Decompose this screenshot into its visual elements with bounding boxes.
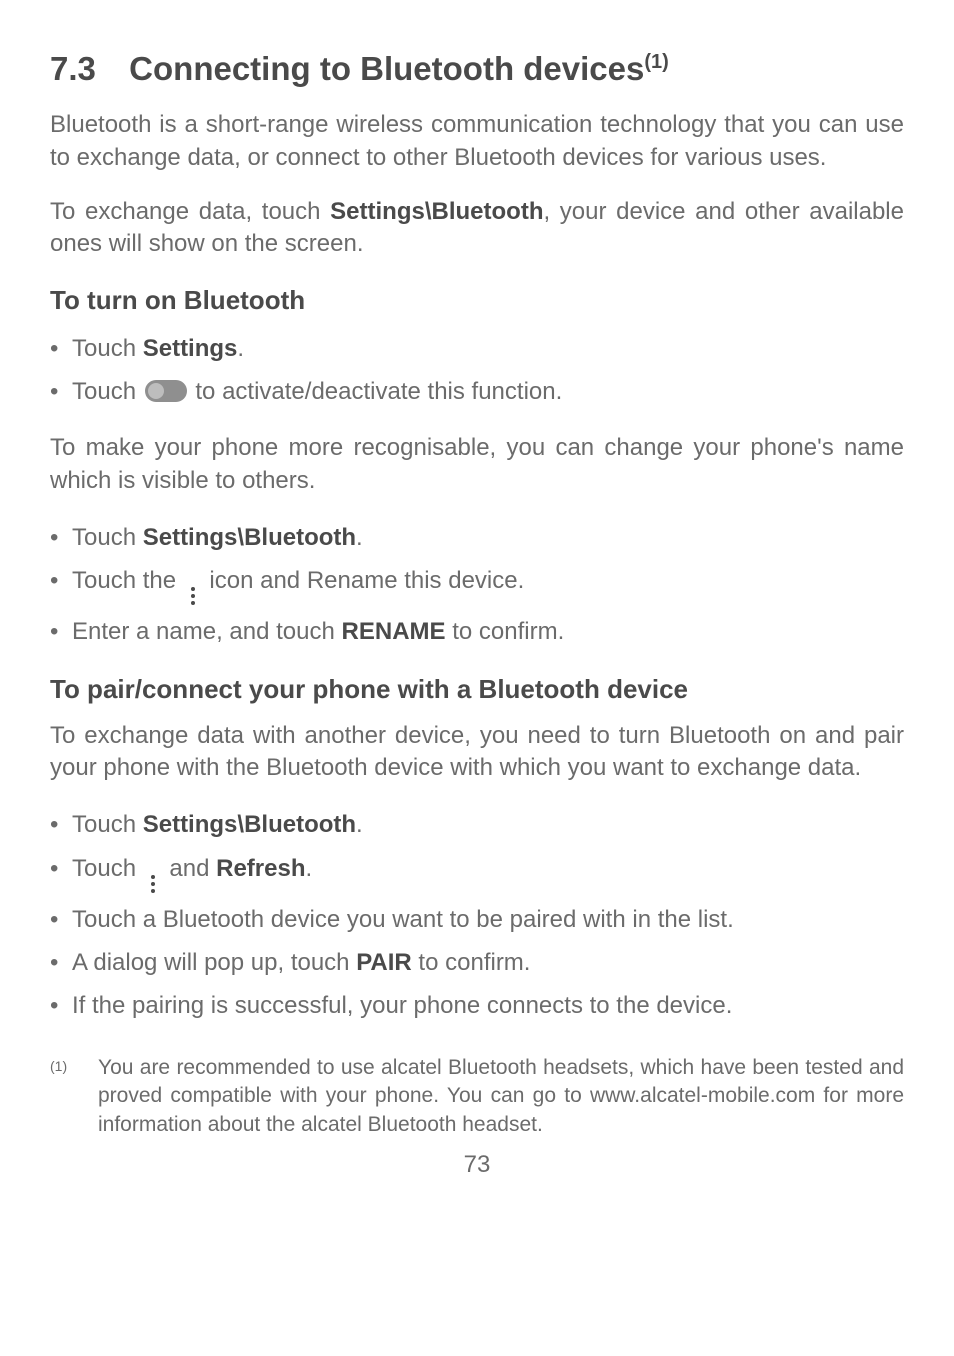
footnote: (1) You are recommended to use alcatel B… (50, 1054, 904, 1139)
list-item: A dialog will pop up, touch PAIR to conf… (50, 944, 904, 981)
li-text: Touch (72, 378, 143, 405)
li-text: Touch (72, 855, 143, 882)
li-text: . (237, 335, 244, 362)
li-text: icon and Rename this device. (203, 567, 525, 594)
list-item: Touch the icon and Rename this device. (50, 562, 904, 607)
li-text: Enter a name, and touch (72, 618, 342, 645)
li-text: to confirm. (446, 618, 565, 645)
li-text: to activate/deactivate this function. (189, 378, 563, 405)
list-item: Touch Settings\Bluetooth. (50, 806, 904, 843)
li-bold: PAIR (356, 949, 412, 976)
li-text: and (163, 855, 216, 882)
section-title-sup: (1) (644, 51, 668, 73)
list-item: Touch Settings. (50, 330, 904, 367)
list-item: Touch and Refresh. (50, 850, 904, 895)
page-number: 73 (50, 1149, 904, 1181)
list-item: Touch a Bluetooth device you want to be … (50, 901, 904, 938)
li-bold: Settings\Bluetooth (143, 811, 356, 838)
intro2-part-a: To exchange data, touch (50, 198, 330, 225)
more-vertical-icon (185, 585, 201, 607)
footnote-text: You are recommended to use alcatel Bluet… (98, 1054, 904, 1139)
list-turn-on: Touch Settings. Touch to activate/deacti… (50, 330, 904, 410)
pair-paragraph: To exchange data with another device, yo… (50, 720, 904, 785)
section-number: 7.3 (50, 48, 120, 89)
intro-paragraph-2: To exchange data, touch Settings\Bluetoo… (50, 196, 904, 261)
subhead-turn-on-bluetooth: To turn on Bluetooth (50, 283, 904, 318)
subhead-pair-connect: To pair/connect your phone with a Blueto… (50, 672, 904, 707)
li-text: to confirm. (412, 949, 531, 976)
list-rename: Touch Settings\Bluetooth. Touch the icon… (50, 519, 904, 650)
intro2-bold: Settings\Bluetooth (330, 198, 543, 225)
list-item: Touch Settings\Bluetooth. (50, 519, 904, 556)
recognisable-paragraph: To make your phone more recognisable, yo… (50, 432, 904, 497)
list-item: Touch to activate/deactivate this functi… (50, 373, 904, 410)
li-bold: RENAME (342, 618, 446, 645)
section-title: 7.3 Connecting to Bluetooth devices(1) (50, 48, 904, 89)
li-bold: Settings (143, 335, 238, 362)
li-text: A dialog will pop up, touch (72, 949, 356, 976)
footnote-marker: (1) (50, 1054, 98, 1076)
li-text: . (305, 855, 312, 882)
toggle-switch-icon (145, 380, 187, 402)
list-pair: Touch Settings\Bluetooth. Touch and Refr… (50, 806, 904, 1024)
li-text: Touch (72, 524, 143, 551)
li-text: Touch (72, 335, 143, 362)
li-text: Touch (72, 811, 143, 838)
section-title-text: Connecting to Bluetooth devices (129, 50, 644, 87)
li-text: . (356, 811, 363, 838)
li-text: Touch the (72, 567, 183, 594)
li-bold: Refresh (216, 855, 305, 882)
more-vertical-icon (145, 873, 161, 895)
list-item: If the pairing is successful, your phone… (50, 987, 904, 1024)
intro-paragraph-1: Bluetooth is a short-range wireless comm… (50, 109, 904, 174)
li-bold: Settings\Bluetooth (143, 524, 356, 551)
list-item: Enter a name, and touch RENAME to confir… (50, 613, 904, 650)
li-text: . (356, 524, 363, 551)
